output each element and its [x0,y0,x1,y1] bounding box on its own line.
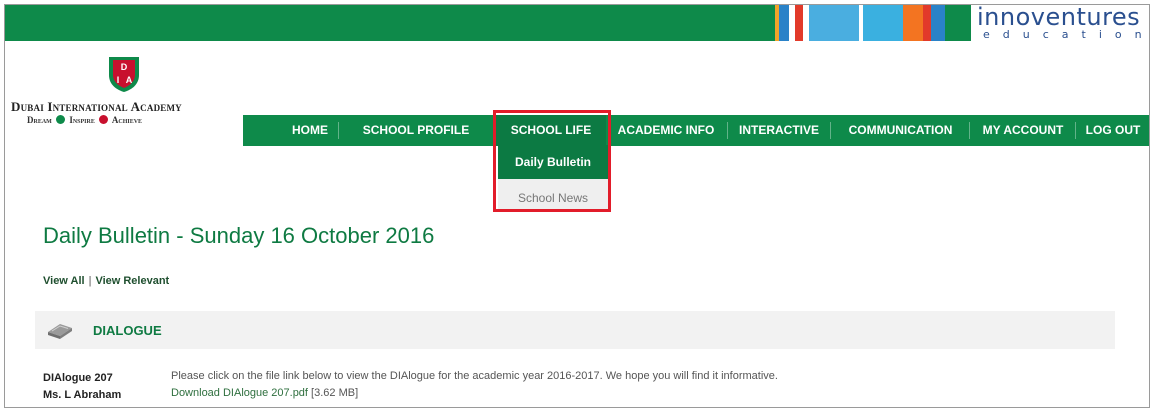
highlight-annotation [493,110,611,212]
nav-my-account[interactable]: MY ACCOUNT [973,115,1073,146]
school-logo[interactable]: D I A Dubai International Academy Dream … [5,49,245,139]
brand-name: innoventures [977,4,1141,31]
view-links: View All | View Relevant [43,275,169,287]
section-title: DIALOGUE [93,323,162,338]
brand-subtitle: education [983,28,1150,41]
stripe [863,5,903,41]
nav-home[interactable]: HOME [285,115,335,146]
view-all-link[interactable]: View All [43,275,85,287]
nav-log-out[interactable]: LOG OUT [1077,115,1149,146]
view-relevant-link[interactable]: View Relevant [95,275,169,287]
shield-letter-a: A [126,75,133,85]
entry-author: Ms. L Abraham [43,389,122,401]
stripe [795,5,803,41]
stripe [903,5,923,41]
nav-separator [830,122,831,139]
download-row: Download DIAlogue 207.pdf [3.62 MB] [171,387,358,399]
color-stripes [775,5,945,41]
section-header: DIALOGUE [35,311,1115,349]
green-dot-icon [56,115,66,124]
shield-letter-d: D [121,62,128,72]
stripe [809,5,859,41]
nav-separator [1075,122,1076,139]
file-size: [3.62 MB] [311,387,359,399]
nav-communication[interactable]: COMMUNICATION [833,115,968,146]
tagline-dream: Dream [27,115,52,125]
nav-interactive[interactable]: INTERACTIVE [731,115,827,146]
shield-letter-i: I [117,75,120,85]
nav-separator [969,122,970,139]
stripe [931,5,945,41]
shield-icon: D I A [109,57,139,92]
stripe [779,5,789,41]
download-link[interactable]: Download DIAlogue 207.pdf [171,387,308,399]
nav-separator [727,122,728,139]
tagline-achieve: Achieve [111,115,143,125]
nav-school-profile[interactable]: SCHOOL PROFILE [339,115,493,146]
page-title: Daily Bulletin - Sunday 16 October 2016 [43,223,435,248]
entry-name: DIAlogue 207 [43,372,113,384]
book-icon [48,324,72,339]
link-separator: | [88,275,92,287]
main-nav: HOME SCHOOL PROFILE SCHOOL LIFE ACADEMIC… [243,115,1149,146]
entry-description: Please click on the file link below to v… [171,370,778,382]
nav-academic-info[interactable]: ACADEMIC INFO [611,115,721,146]
red-dot-icon [99,115,109,124]
innoventures-logo[interactable]: innoventures education [971,4,1150,41]
school-name: Dubai International Academy [11,99,182,114]
school-tagline: Dream Inspire Achieve [27,115,142,125]
page-frame: innoventures education D I A Dubai Inter… [4,4,1150,408]
stripe [923,5,931,41]
tagline-inspire: Inspire [69,115,95,125]
